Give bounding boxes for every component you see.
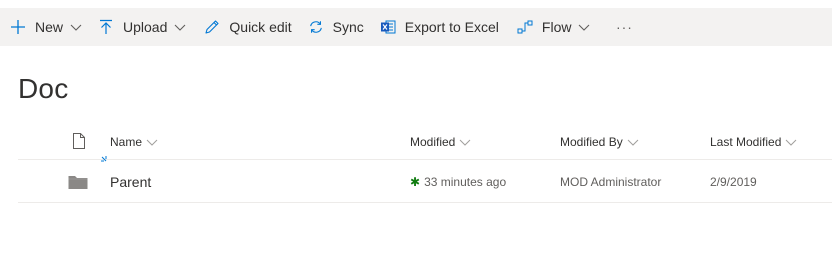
modified-by-column-header[interactable]: Modified By <box>560 124 639 160</box>
chevron-down-icon <box>459 136 471 148</box>
new-item-indicator-icon: ✱ <box>410 174 421 189</box>
row-name-link[interactable]: Parent <box>110 174 151 190</box>
list-row[interactable]: Parent ✱ 33 minutes ago MOD Administrato… <box>18 156 832 203</box>
upload-label: Upload <box>123 19 168 35</box>
flow-button[interactable]: Flow <box>517 8 601 46</box>
row-modified-by-cell: MOD Administrator <box>560 161 661 202</box>
row-last-modified-cell: 2/9/2019 <box>710 161 757 202</box>
export-to-excel-button[interactable]: Export to Excel <box>380 8 507 46</box>
top-strip <box>0 0 832 8</box>
flow-icon <box>517 19 533 35</box>
folder-icon <box>68 161 88 202</box>
chevron-down-icon <box>70 21 82 33</box>
export-to-excel-label: Export to Excel <box>404 19 499 35</box>
upload-button[interactable]: Upload <box>98 8 196 46</box>
row-last-modified-value: 2/9/2019 <box>710 174 757 189</box>
command-bar: New Upload Quick edit Sync Export to Exc… <box>0 8 832 46</box>
modified-column-label: Modified <box>410 135 456 149</box>
flow-label: Flow <box>541 19 572 35</box>
row-modified-value: 33 minutes ago <box>424 174 507 189</box>
upload-arrow-icon <box>98 19 114 35</box>
plus-icon <box>10 19 26 35</box>
modified-column-header[interactable]: Modified <box>410 124 471 160</box>
list-header-row: Name Modified Modified By Last Modified <box>18 124 832 160</box>
row-modified-by-value[interactable]: MOD Administrator <box>560 175 661 189</box>
quick-edit-label: Quick edit <box>229 19 292 35</box>
quick-edit-button[interactable]: Quick edit <box>204 8 299 46</box>
sync-button[interactable]: Sync <box>308 8 372 46</box>
chevron-down-icon <box>785 136 797 148</box>
more-icon: ··· <box>615 19 633 35</box>
file-type-column-header[interactable] <box>72 124 86 160</box>
row-modified-cell: ✱ 33 minutes ago <box>410 161 506 202</box>
pencil-icon <box>204 19 220 35</box>
modified-by-column-label: Modified By <box>560 135 623 149</box>
document-icon <box>72 132 86 152</box>
chevron-down-icon <box>627 136 639 148</box>
chevron-down-icon <box>174 21 186 33</box>
sync-label: Sync <box>332 19 364 35</box>
name-column-header[interactable]: Name <box>110 124 158 160</box>
more-commands-button[interactable]: ··· <box>608 8 640 46</box>
chevron-down-icon <box>146 136 158 148</box>
last-modified-column-label: Last Modified <box>710 135 782 149</box>
name-column-label: Name <box>110 135 143 149</box>
new-label: New <box>35 19 64 35</box>
sync-icon <box>308 19 324 35</box>
chevron-down-icon <box>578 21 590 33</box>
row-name-cell: Parent <box>110 161 151 202</box>
last-modified-column-header[interactable]: Last Modified <box>710 124 797 160</box>
new-button[interactable]: New <box>10 8 92 46</box>
page-title: Doc <box>18 73 69 104</box>
excel-icon <box>380 19 396 35</box>
